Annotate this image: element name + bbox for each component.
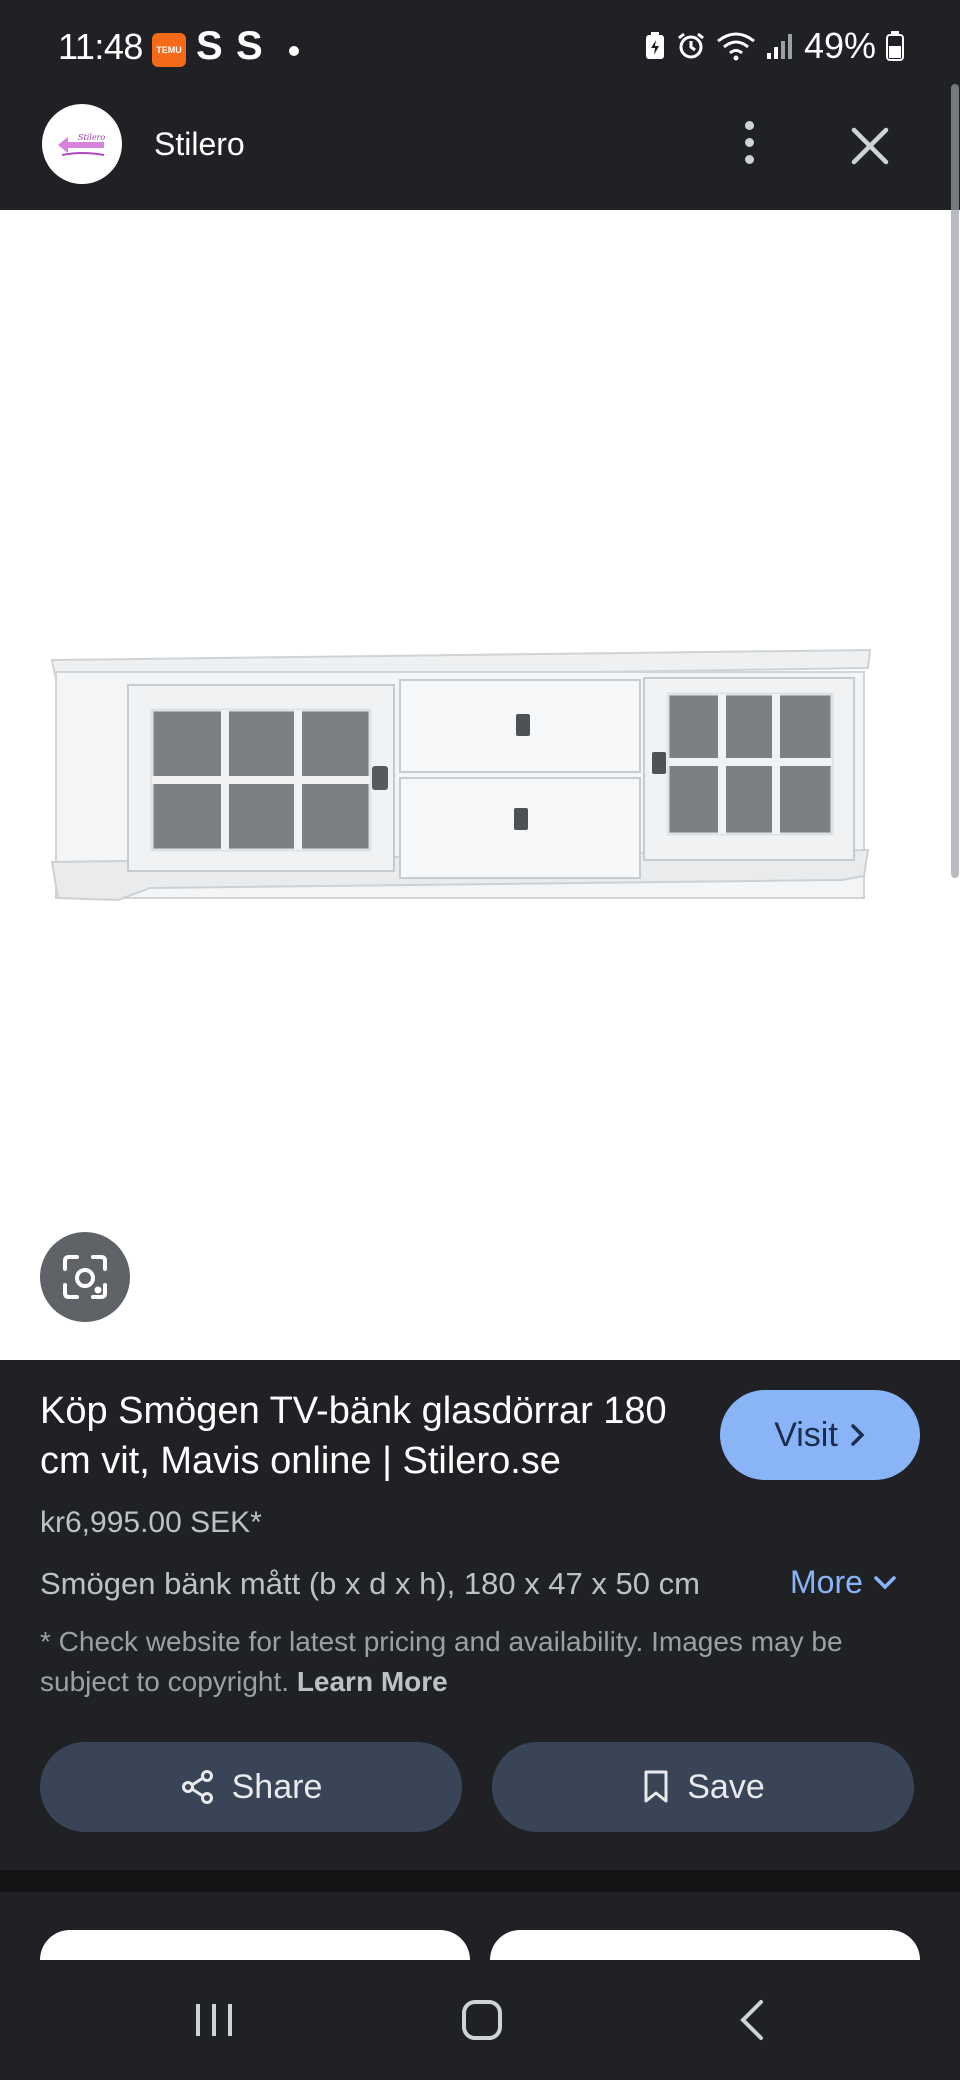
system-nav-bar xyxy=(0,1960,960,2080)
site-name[interactable]: Stilero xyxy=(154,126,245,163)
product-image-area[interactable] xyxy=(0,210,960,1360)
related-results xyxy=(0,1892,960,1960)
bookmark-icon xyxy=(644,1770,668,1803)
stilero-logo-icon: Stilero xyxy=(58,133,105,156)
learn-more-link[interactable]: Learn More xyxy=(297,1666,448,1697)
battery-saver-icon xyxy=(645,32,664,59)
battery-icon xyxy=(886,31,904,61)
scrollbar[interactable] xyxy=(951,84,959,878)
site-logo[interactable]: Stilero xyxy=(42,104,122,184)
recent-apps-button[interactable] xyxy=(174,1990,254,2050)
wifi-icon xyxy=(717,32,755,61)
more-label: More xyxy=(790,1564,863,1600)
save-button[interactable]: Save xyxy=(492,1742,914,1832)
back-button[interactable] xyxy=(712,1990,792,2050)
recent-apps-icon xyxy=(196,2004,232,2036)
product-info-panel: Köp Smögen TV-bänk glasdörrar 180 cm vit… xyxy=(0,1360,960,1870)
share-icon xyxy=(181,1770,213,1804)
product-description: Smögen bänk mått (b x d x h), 180 x 47 x… xyxy=(40,1566,700,1601)
notification-dot-icon xyxy=(289,46,299,56)
related-card[interactable] xyxy=(490,1930,920,1960)
home-icon xyxy=(462,2000,502,2040)
visit-label: Visit xyxy=(774,1415,838,1454)
product-title[interactable]: Köp Smögen TV-bänk glasdörrar 180 cm vit… xyxy=(40,1386,700,1486)
visit-button[interactable]: Visit xyxy=(720,1390,920,1480)
more-button[interactable]: More xyxy=(790,1564,897,1601)
back-icon xyxy=(740,2000,763,2040)
alarm-icon xyxy=(678,32,704,59)
google-lens-button[interactable] xyxy=(40,1232,130,1322)
home-button[interactable] xyxy=(442,1990,522,2050)
section-divider xyxy=(0,1870,960,1892)
lens-camera-icon xyxy=(63,1255,107,1299)
product-image[interactable] xyxy=(0,210,960,1360)
related-card[interactable] xyxy=(40,1930,470,1960)
share-label: Share xyxy=(231,1767,323,1806)
notification-s-icon: S xyxy=(236,24,263,68)
product-price: kr6,995.00 SEK* xyxy=(40,1506,262,1539)
chevron-right-icon xyxy=(851,1424,865,1446)
save-label: Save xyxy=(687,1767,765,1806)
close-icon[interactable] xyxy=(842,118,898,174)
logo-text: Stilero xyxy=(78,133,105,142)
chevron-down-icon xyxy=(874,1575,896,1589)
status-bar: 11:48 TEMU S S 49% xyxy=(0,0,960,80)
result-header: Stilero Stilero xyxy=(0,80,960,210)
notification-s-icon: S xyxy=(196,24,223,68)
share-button[interactable]: Share xyxy=(40,1742,462,1832)
battery-percent: 49% xyxy=(803,25,876,66)
temu-app-icon: TEMU xyxy=(152,33,186,67)
disclaimer: * Check website for latest pricing and a… xyxy=(40,1622,920,1702)
signal-icon xyxy=(766,34,792,59)
more-options-icon[interactable] xyxy=(736,112,762,172)
status-time: 11:48 xyxy=(58,26,143,67)
status-icons: 49% xyxy=(644,25,904,66)
